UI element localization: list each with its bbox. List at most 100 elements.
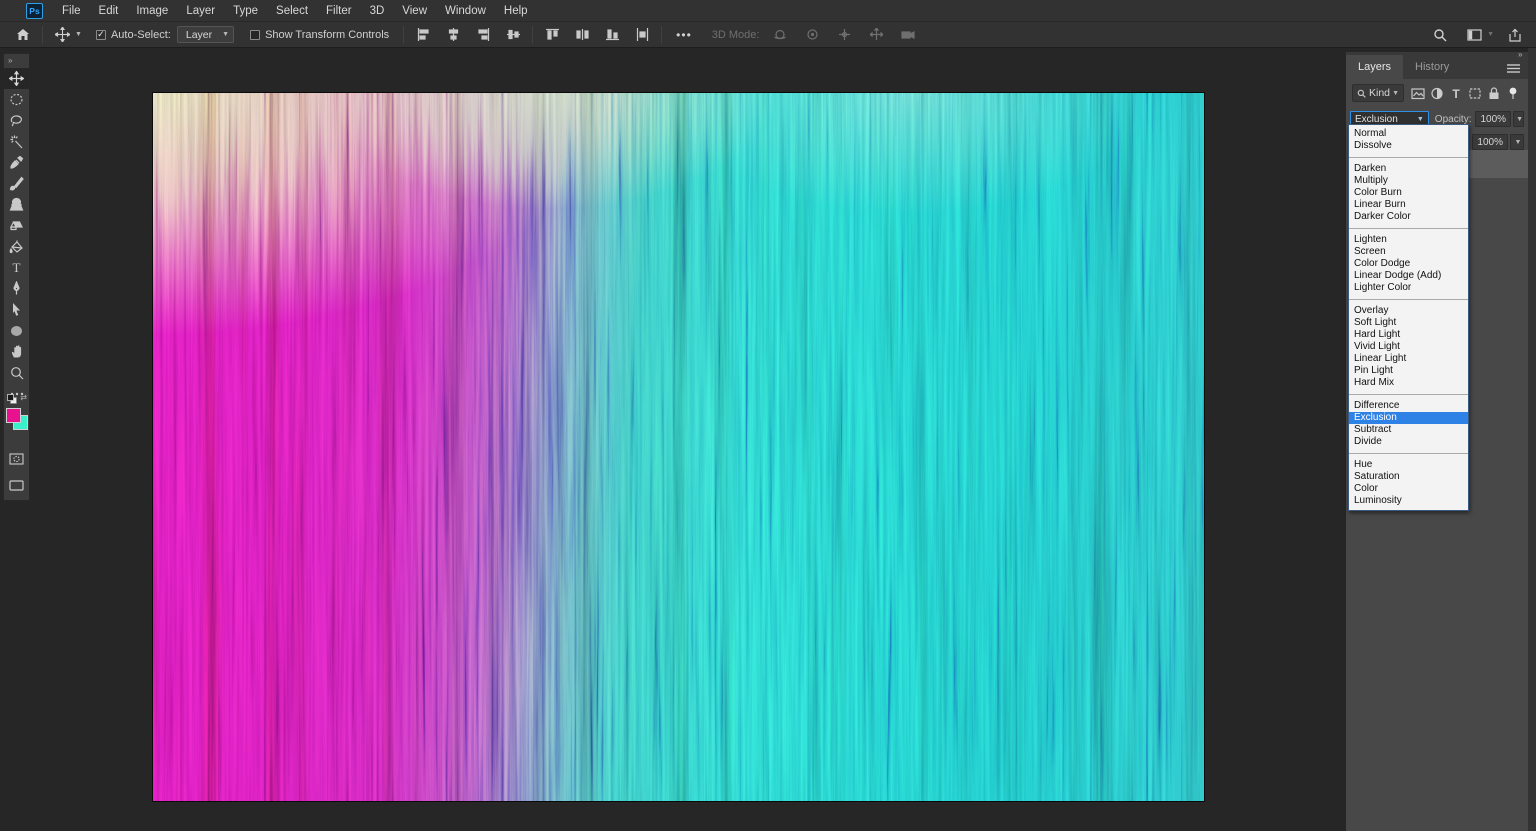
more-align-options-button[interactable]: ••• bbox=[670, 28, 698, 42]
align-horizontal-centers-icon[interactable] bbox=[442, 24, 464, 46]
blend-mode-option-darker-color[interactable]: Darker Color bbox=[1349, 211, 1468, 223]
menu-view[interactable]: View bbox=[393, 0, 436, 22]
elliptical-marquee-tool[interactable] bbox=[4, 89, 29, 110]
align-left-edges-icon[interactable] bbox=[412, 24, 434, 46]
blend-mode-option-difference[interactable]: Difference bbox=[1349, 400, 1468, 412]
smart-object-filter-icon[interactable] bbox=[1484, 87, 1503, 100]
kind-filter-combo[interactable]: Kind ▼ bbox=[1352, 84, 1404, 102]
blend-mode-option-color-burn[interactable]: Color Burn bbox=[1349, 187, 1468, 199]
blend-mode-option-linear-dodge-add-[interactable]: Linear Dodge (Add) bbox=[1349, 270, 1468, 282]
blend-mode-option-subtract[interactable]: Subtract bbox=[1349, 424, 1468, 436]
zoom-tool[interactable] bbox=[4, 362, 29, 383]
blend-mode-option-darken[interactable]: Darken bbox=[1349, 163, 1468, 175]
blend-mode-option-multiply[interactable]: Multiply bbox=[1349, 175, 1468, 187]
blend-mode-option-color[interactable]: Color bbox=[1349, 483, 1468, 495]
menu-layer[interactable]: Layer bbox=[177, 0, 224, 22]
dock-collapse-icon[interactable]: » bbox=[1518, 50, 1523, 59]
tab-history[interactable]: History bbox=[1403, 55, 1461, 79]
ellipse-shape-tool[interactable] bbox=[4, 320, 29, 341]
auto-select-checkbox[interactable]: ✓ bbox=[96, 30, 106, 40]
preset-chevron-icon[interactable]: ▼ bbox=[75, 31, 82, 38]
blend-mode-option-screen[interactable]: Screen bbox=[1349, 246, 1468, 258]
menu-type[interactable]: Type bbox=[224, 0, 267, 22]
menu-select[interactable]: Select bbox=[267, 0, 317, 22]
toolbar-collapse-icon[interactable]: » bbox=[4, 54, 29, 68]
photoshop-logo[interactable]: Ps bbox=[26, 3, 43, 19]
distribute-horizontal-centers-icon[interactable] bbox=[571, 24, 593, 46]
blend-mode-option-linear-burn[interactable]: Linear Burn bbox=[1349, 199, 1468, 211]
move-tool-preset-icon[interactable] bbox=[51, 24, 73, 46]
opacity-value[interactable]: 100% bbox=[1475, 111, 1511, 127]
lasso-tool[interactable] bbox=[4, 110, 29, 131]
home-icon[interactable] bbox=[12, 24, 34, 46]
magic-wand-tool[interactable] bbox=[4, 131, 29, 152]
align-right-edges-icon[interactable] bbox=[472, 24, 494, 46]
share-icon[interactable] bbox=[1504, 24, 1526, 46]
blend-mode-option-lighter-color[interactable]: Lighter Color bbox=[1349, 282, 1468, 294]
align-vertical-centers-icon[interactable] bbox=[502, 24, 524, 46]
show-transform-checkbox[interactable] bbox=[250, 30, 260, 40]
blend-mode-option-hard-light[interactable]: Hard Light bbox=[1349, 329, 1468, 341]
menu-filter[interactable]: Filter bbox=[317, 0, 361, 22]
menu-3d[interactable]: 3D bbox=[361, 0, 394, 22]
blend-mode-option-hard-mix[interactable]: Hard Mix bbox=[1349, 377, 1468, 389]
swap-colors-icon[interactable]: ⇄ bbox=[20, 393, 27, 402]
search-icon[interactable] bbox=[1429, 24, 1451, 46]
search-icon bbox=[1357, 89, 1366, 98]
opacity-chevron-icon[interactable]: ▼ bbox=[1513, 111, 1524, 127]
blend-mode-option-linear-light[interactable]: Linear Light bbox=[1349, 353, 1468, 365]
blend-mode-option-pin-light[interactable]: Pin Light bbox=[1349, 365, 1468, 377]
blend-mode-option-normal[interactable]: Normal bbox=[1349, 128, 1468, 140]
foreground-color-swatch[interactable] bbox=[6, 408, 21, 423]
filter-toggle-icon[interactable] bbox=[1503, 87, 1522, 100]
type-tool[interactable]: T bbox=[4, 257, 29, 278]
path-selection-tool[interactable] bbox=[4, 299, 29, 320]
default-colors-icon[interactable] bbox=[7, 394, 17, 404]
pen-tool[interactable] bbox=[4, 278, 29, 299]
hand-tool[interactable] bbox=[4, 341, 29, 362]
options-bar: ▼ ✓ Auto-Select: Layer▼ Show Transform C… bbox=[0, 22, 1536, 48]
workspace-switcher-icon[interactable] bbox=[1463, 24, 1485, 46]
selected-layer-row[interactable] bbox=[1466, 150, 1528, 178]
blend-mode-option-luminosity[interactable]: Luminosity bbox=[1349, 495, 1468, 507]
blend-mode-option-soft-light[interactable]: Soft Light bbox=[1349, 317, 1468, 329]
type-layer-filter-icon[interactable]: T bbox=[1446, 87, 1465, 100]
distribute-bottom-edges-icon[interactable] bbox=[601, 24, 623, 46]
blend-mode-option-lighten[interactable]: Lighten bbox=[1349, 234, 1468, 246]
paint-bucket-tool[interactable] bbox=[4, 236, 29, 257]
pixel-layer-filter-icon[interactable] bbox=[1408, 87, 1427, 100]
blend-mode-option-overlay[interactable]: Overlay bbox=[1349, 305, 1468, 317]
clone-stamp-tool[interactable] bbox=[4, 194, 29, 215]
menu-image[interactable]: Image bbox=[127, 0, 177, 22]
shape-layer-filter-icon[interactable] bbox=[1465, 87, 1484, 100]
menu-file[interactable]: File bbox=[53, 0, 90, 22]
auto-select-target-combo[interactable]: Layer▼ bbox=[177, 26, 234, 43]
tab-layers[interactable]: Layers bbox=[1346, 55, 1403, 79]
blend-mode-option-saturation[interactable]: Saturation bbox=[1349, 471, 1468, 483]
fill-chevron-icon[interactable]: ▼ bbox=[1510, 134, 1524, 150]
document-canvas[interactable] bbox=[152, 92, 1205, 802]
blend-mode-option-divide[interactable]: Divide bbox=[1349, 436, 1468, 448]
svg-text:T: T bbox=[1452, 87, 1460, 100]
menu-bar: Ps FileEditImageLayerTypeSelectFilter3DV… bbox=[0, 0, 1536, 22]
adjustment-layer-filter-icon[interactable] bbox=[1427, 87, 1446, 100]
move-tool[interactable] bbox=[4, 68, 29, 89]
menu-help[interactable]: Help bbox=[495, 0, 537, 22]
eraser-tool[interactable] bbox=[4, 215, 29, 236]
brush-tool[interactable] bbox=[4, 173, 29, 194]
quick-mask-button[interactable] bbox=[4, 448, 29, 469]
svg-text:T: T bbox=[13, 260, 21, 275]
fill-value[interactable]: 100% bbox=[1472, 134, 1508, 150]
menu-edit[interactable]: Edit bbox=[90, 0, 128, 22]
blend-mode-option-exclusion[interactable]: Exclusion bbox=[1349, 412, 1468, 424]
panel-menu-icon[interactable] bbox=[1507, 64, 1520, 73]
blend-mode-option-dissolve[interactable]: Dissolve bbox=[1349, 140, 1468, 152]
distribute-top-edges-icon[interactable] bbox=[541, 24, 563, 46]
blend-mode-option-vivid-light[interactable]: Vivid Light bbox=[1349, 341, 1468, 353]
blend-mode-option-hue[interactable]: Hue bbox=[1349, 459, 1468, 471]
screen-mode-button[interactable] bbox=[4, 475, 29, 496]
eyedropper-tool[interactable] bbox=[4, 152, 29, 173]
distribute-left-edges-icon[interactable] bbox=[631, 24, 653, 46]
blend-mode-option-color-dodge[interactable]: Color Dodge bbox=[1349, 258, 1468, 270]
menu-window[interactable]: Window bbox=[436, 0, 495, 22]
